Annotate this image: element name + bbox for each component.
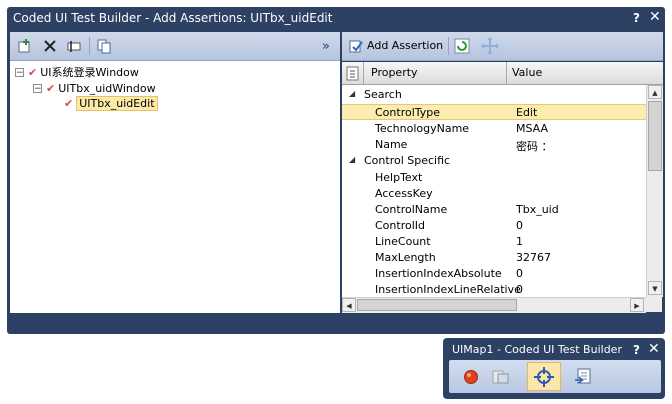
scroll-up-icon[interactable]: ▲ xyxy=(648,85,662,99)
property-value: Edit xyxy=(516,106,538,119)
tree-node-label: UI系统登录Window xyxy=(40,66,139,79)
toolbar-separator xyxy=(448,37,449,55)
tree-node-label-selected: UITbx_uidEdit xyxy=(76,95,158,111)
rename-icon[interactable] xyxy=(64,36,84,56)
window-title: Coded UI Test Builder - Add Assertions: … xyxy=(13,11,333,25)
sort-icon[interactable] xyxy=(342,62,364,84)
collapse-panel-button[interactable]: » xyxy=(316,36,336,56)
scroll-right-icon[interactable]: ▶ xyxy=(630,298,644,312)
checkmark-icon: ✔ xyxy=(46,81,56,95)
copy-icon[interactable] xyxy=(94,36,114,56)
property-row[interactable]: HelpText xyxy=(342,170,646,186)
checkmark-icon: ✔ xyxy=(64,96,74,110)
property-name: AccessKey xyxy=(375,187,433,200)
scroll-left-icon[interactable]: ◀ xyxy=(342,298,356,312)
category-control-specific[interactable]: ◢ Control Specific xyxy=(342,153,646,169)
help-button[interactable]: ? xyxy=(633,11,640,25)
float-close-button[interactable]: ✕ xyxy=(648,341,660,357)
property-row[interactable]: InsertionIndexLineRelative 0 xyxy=(342,282,646,297)
show-steps-icon[interactable] xyxy=(491,367,511,387)
property-value: 32767 xyxy=(516,251,551,264)
move-icon[interactable] xyxy=(475,36,505,56)
property-row[interactable]: ControlId 0 xyxy=(342,218,646,234)
property-name: TechnologyName xyxy=(375,122,470,135)
checkmark-icon: ✔ xyxy=(28,65,38,79)
scroll-down-icon[interactable]: ▼ xyxy=(648,281,662,295)
property-value: Tbx_uid xyxy=(516,203,559,216)
property-name: ControlType xyxy=(375,106,441,119)
property-row[interactable]: ControlName Tbx_uid xyxy=(342,202,646,218)
property-row-selected[interactable]: ControlType Edit xyxy=(342,104,646,120)
generate-code-icon[interactable] xyxy=(573,367,593,387)
collapse-triangle-icon[interactable]: ◢ xyxy=(349,155,355,164)
test-builder-toolbar xyxy=(449,360,661,393)
collapse-icon[interactable]: − xyxy=(33,83,42,93)
tree-node-label: UITbx_uidWindow xyxy=(58,81,156,95)
property-name: Name xyxy=(375,138,408,151)
column-header-value[interactable]: Value xyxy=(508,62,663,84)
property-value: 密码 ： xyxy=(516,140,553,153)
property-name: InsertionIndexLineRelative xyxy=(375,283,521,296)
left-toolbar: » xyxy=(10,32,340,61)
property-name: MaxLength xyxy=(375,251,436,264)
scroll-thumb[interactable] xyxy=(648,101,662,171)
property-grid: ◢ Search ControlType Edit TechnologyName… xyxy=(342,85,646,297)
property-row[interactable]: Name 密码 ： xyxy=(342,137,646,153)
add-assertion-icon[interactable] xyxy=(346,36,366,56)
property-name: InsertionIndexAbsolute xyxy=(375,267,502,280)
property-name: LineCount xyxy=(375,235,431,248)
property-row[interactable]: MaxLength 32767 xyxy=(342,250,646,266)
record-icon[interactable] xyxy=(461,367,481,387)
crosshair-icon[interactable] xyxy=(527,362,561,391)
property-name: HelpText xyxy=(375,171,423,184)
column-header-property[interactable]: Property xyxy=(364,62,507,84)
property-row[interactable]: InsertionIndexAbsolute 0 xyxy=(342,266,646,282)
refresh-icon[interactable] xyxy=(452,36,472,56)
property-row[interactable]: TechnologyName MSAA xyxy=(342,121,646,137)
category-search[interactable]: ◢ Search xyxy=(342,87,646,103)
property-name: ControlName xyxy=(375,203,448,216)
delete-icon[interactable] xyxy=(40,36,60,56)
close-button[interactable]: ✕ xyxy=(649,9,661,25)
control-tree: − ✔ UI系统登录Window − ✔ UITbx_uidWindow ✔ U… xyxy=(10,61,340,313)
property-grid-header: Property Value xyxy=(342,62,663,85)
scroll-corner xyxy=(646,297,662,312)
vertical-scrollbar[interactable]: ▲ ▼ xyxy=(646,85,663,297)
add-control-icon[interactable] xyxy=(15,36,35,56)
property-name: ControlId xyxy=(375,219,425,232)
right-toolbar: Add Assertion xyxy=(342,32,663,61)
property-value: 0 xyxy=(516,267,523,280)
collapse-triangle-icon[interactable]: ◢ xyxy=(349,89,355,98)
property-value: 0 xyxy=(516,219,523,232)
property-value: 1 xyxy=(516,235,523,248)
property-row[interactable]: LineCount 1 xyxy=(342,234,646,250)
tree-node-uid-window[interactable]: − ✔ UITbx_uidWindow xyxy=(33,80,156,96)
scroll-thumb[interactable] xyxy=(357,299,517,311)
tree-node-window[interactable]: − ✔ UI系统登录Window xyxy=(15,64,139,80)
tree-node-uid-edit[interactable]: ✔ UITbx_uidEdit xyxy=(64,95,158,111)
toolbar-separator xyxy=(89,37,90,55)
property-row[interactable]: AccessKey xyxy=(342,186,646,202)
collapse-icon[interactable]: − xyxy=(15,67,24,77)
property-value: MSAA xyxy=(516,122,549,135)
horizontal-scrollbar[interactable]: ◀ ▶ xyxy=(342,297,646,313)
float-help-button[interactable]: ? xyxy=(633,343,640,357)
add-assertion-button[interactable]: Add Assertion xyxy=(367,39,443,52)
property-value: 0 xyxy=(516,283,523,296)
float-window-title: UIMap1 - Coded UI Test Builder xyxy=(452,343,622,356)
